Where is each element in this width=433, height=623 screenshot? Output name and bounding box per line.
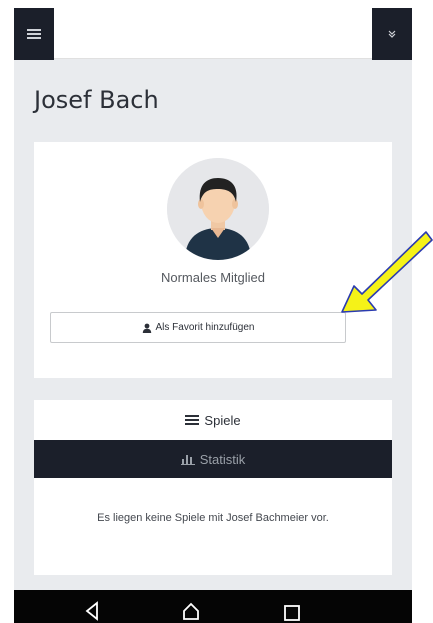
list-icon bbox=[185, 415, 200, 425]
recent-apps-icon[interactable] bbox=[280, 599, 304, 623]
tab-statistik-label: Statistik bbox=[199, 451, 246, 467]
menu-button[interactable] bbox=[14, 8, 54, 60]
top-bar bbox=[14, 0, 412, 60]
empty-message: Es liegen keine Spiele mit Josef Bachmei… bbox=[97, 512, 329, 524]
android-nav-bar bbox=[14, 590, 412, 623]
menu-icon bbox=[27, 29, 41, 39]
add-favorite-label: Als Favorit hinzufügen bbox=[155, 322, 255, 333]
tab-statistik[interactable]: Statistik bbox=[34, 440, 392, 478]
page-title: Josef Bach bbox=[34, 86, 159, 114]
expand-button[interactable] bbox=[372, 8, 412, 60]
games-card: Spiele Statistik Es liegen keine Spiele … bbox=[34, 400, 392, 575]
chevron-down-icon bbox=[388, 30, 396, 38]
back-icon[interactable] bbox=[81, 599, 105, 623]
add-favorite-button[interactable]: Als Favorit hinzufügen bbox=[50, 312, 346, 343]
annotation-arrow-icon bbox=[341, 231, 433, 313]
bar-chart-icon bbox=[180, 455, 195, 465]
member-type: Normales Mitglied bbox=[160, 270, 266, 285]
tab-spiele-label: Spiele bbox=[204, 412, 241, 428]
user-icon bbox=[142, 323, 151, 333]
home-icon[interactable] bbox=[179, 599, 203, 623]
avatar bbox=[167, 158, 269, 260]
profile-card: Normales Mitglied Als Favorit hinzufügen bbox=[34, 142, 392, 378]
tab-spiele[interactable]: Spiele bbox=[34, 400, 392, 440]
